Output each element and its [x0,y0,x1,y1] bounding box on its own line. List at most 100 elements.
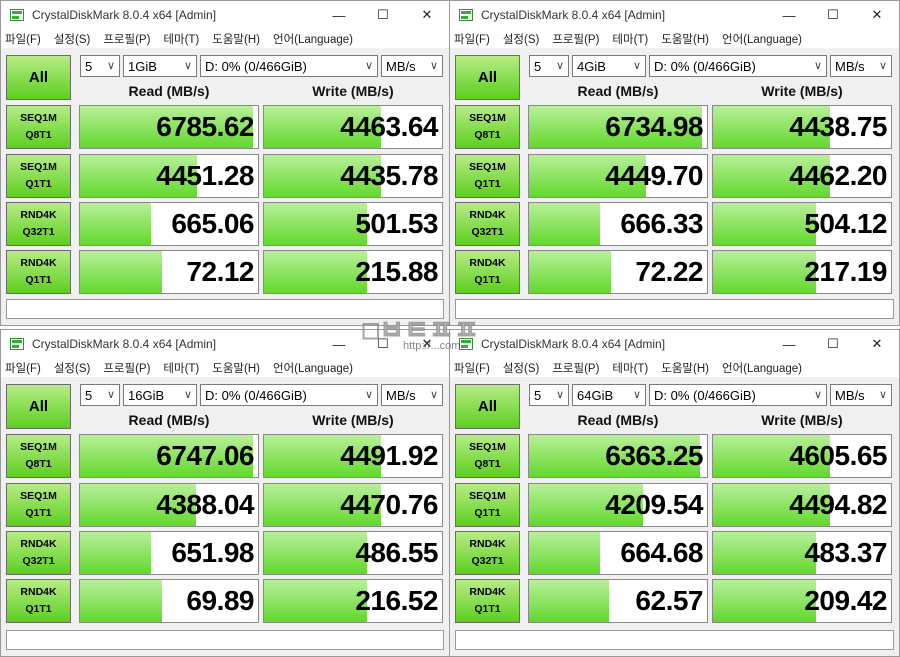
menu-item[interactable]: 프로필(P) [103,360,150,376]
read-value: 4209.54 [605,489,703,520]
test-size-select[interactable]: 1GiB ∨ [123,55,197,77]
menu-item[interactable]: 설정(S) [503,31,540,47]
write-result-cell: 501.53 [263,202,443,246]
menu-item[interactable]: 언어(Language) [273,360,353,376]
menu-item[interactable]: 프로필(P) [103,31,150,47]
title-bar[interactable]: CrystalDiskMark 8.0.4 x64 [Admin] — ☐ ✕ [450,1,899,29]
test-button[interactable]: SEQ1M Q8T1 [6,105,71,149]
menu-item[interactable]: 파일(F) [5,360,41,376]
read-result-cell: 72.12 [79,250,259,294]
test-count-select[interactable]: 5 ∨ [529,384,569,406]
write-value: 501.53 [355,208,438,239]
write-header: Write (MB/s) [312,412,394,428]
title-bar[interactable]: CrystalDiskMark 8.0.4 x64 [Admin] — ☐ ✕ [450,330,899,358]
chevron-down-icon: ∨ [813,60,822,72]
close-icon[interactable]: ✕ [855,330,899,358]
unit-select[interactable]: MB/s ∨ [830,384,892,406]
menu-item[interactable]: 언어(Language) [273,31,353,47]
test-button[interactable]: SEQ1M Q8T1 [6,434,71,478]
title-bar[interactable]: CrystalDiskMark 8.0.4 x64 [Admin] — ☐ ✕ [1,1,449,29]
write-header: Write (MB/s) [761,83,843,99]
maximize-icon[interactable]: ☐ [811,1,855,29]
all-button[interactable]: All [455,55,520,100]
all-button[interactable]: All [455,384,520,429]
test-name: SEQ1M [20,161,57,173]
test-button[interactable]: SEQ1M Q8T1 [455,105,520,149]
all-button[interactable]: All [6,55,71,100]
menu-item[interactable]: 설정(S) [503,360,540,376]
title-bar[interactable]: CrystalDiskMark 8.0.4 x64 [Admin] — ☐ ✕ [1,330,449,358]
write-result-cell: 4491.92 [263,434,443,478]
minimize-icon[interactable]: — [317,330,361,358]
menu-item[interactable]: 테마(T) [163,31,199,47]
maximize-icon[interactable]: ☐ [361,1,405,29]
menu-item[interactable]: 도움말(H) [212,360,260,376]
comment-input[interactable] [455,630,894,650]
menu-bar: 파일(F) 설정(S) 프로필(P) 테마(T) 도움말(H) 언어(Language) [1,29,449,48]
test-button[interactable]: SEQ1M Q8T1 [455,434,520,478]
test-button[interactable]: RND4K Q1T1 [6,579,71,623]
maximize-icon[interactable]: ☐ [361,330,405,358]
app-icon [10,338,24,350]
test-queue: Q1T1 [474,274,501,286]
menu-item[interactable]: 테마(T) [612,31,648,47]
unit-select-value: MB/s [386,58,416,74]
close-icon[interactable]: ✕ [405,330,449,358]
write-value: 504.12 [804,208,887,239]
test-button[interactable]: RND4K Q32T1 [6,531,71,575]
minimize-icon[interactable]: — [767,1,811,29]
unit-select[interactable]: MB/s ∨ [381,55,443,77]
test-button[interactable]: SEQ1M Q1T1 [455,154,520,198]
write-value: 4462.20 [789,160,887,191]
menu-item[interactable]: 프로필(P) [552,31,599,47]
menu-item[interactable]: 테마(T) [163,360,199,376]
minimize-icon[interactable]: — [767,330,811,358]
maximize-icon[interactable]: ☐ [811,330,855,358]
drive-select[interactable]: D: 0% (0/466GiB) ∨ [200,384,378,406]
test-button[interactable]: RND4K Q32T1 [455,531,520,575]
test-count-select[interactable]: 5 ∨ [80,384,120,406]
menu-item[interactable]: 도움말(H) [661,31,709,47]
menu-item[interactable]: 파일(F) [454,360,490,376]
close-icon[interactable]: ✕ [405,1,449,29]
test-button[interactable]: SEQ1M Q1T1 [6,483,71,527]
menu-item[interactable]: 파일(F) [454,31,490,47]
menu-item[interactable]: 언어(Language) [722,31,802,47]
test-size-select[interactable]: 4GiB ∨ [572,55,646,77]
unit-select[interactable]: MB/s ∨ [830,55,892,77]
test-size-select[interactable]: 16GiB ∨ [123,384,197,406]
menu-item[interactable]: 설정(S) [54,360,91,376]
comment-input[interactable] [6,630,444,650]
test-button[interactable]: SEQ1M Q1T1 [455,483,520,527]
test-button[interactable]: RND4K Q1T1 [6,250,71,294]
minimize-icon[interactable]: — [317,1,361,29]
write-bar [713,203,817,245]
test-button[interactable]: RND4K Q32T1 [6,202,71,246]
menu-item[interactable]: 파일(F) [5,31,41,47]
test-count-select[interactable]: 5 ∨ [529,55,569,77]
test-button[interactable]: RND4K Q1T1 [455,579,520,623]
menu-item[interactable]: 프로필(P) [552,360,599,376]
menu-item[interactable]: 도움말(H) [212,31,260,47]
comment-input[interactable] [6,299,444,319]
menu-item[interactable]: 테마(T) [612,360,648,376]
read-value: 4451.28 [156,160,254,191]
comment-input[interactable] [455,299,894,319]
test-size-select[interactable]: 64GiB ∨ [572,384,646,406]
test-button[interactable]: SEQ1M Q1T1 [6,154,71,198]
unit-select[interactable]: MB/s ∨ [381,384,443,406]
drive-select[interactable]: D: 0% (0/466GiB) ∨ [200,55,378,77]
drive-select[interactable]: D: 0% (0/466GiB) ∨ [649,384,827,406]
menu-item[interactable]: 도움말(H) [661,360,709,376]
test-button[interactable]: RND4K Q1T1 [455,250,520,294]
write-bar [713,532,817,574]
menu-item[interactable]: 언어(Language) [722,360,802,376]
test-button[interactable]: RND4K Q32T1 [455,202,520,246]
read-value: 62.57 [635,585,703,616]
menu-item[interactable]: 설정(S) [54,31,91,47]
close-icon[interactable]: ✕ [855,1,899,29]
drive-select[interactable]: D: 0% (0/466GiB) ∨ [649,55,827,77]
read-value: 4449.70 [605,160,703,191]
test-count-select[interactable]: 5 ∨ [80,55,120,77]
all-button[interactable]: All [6,384,71,429]
